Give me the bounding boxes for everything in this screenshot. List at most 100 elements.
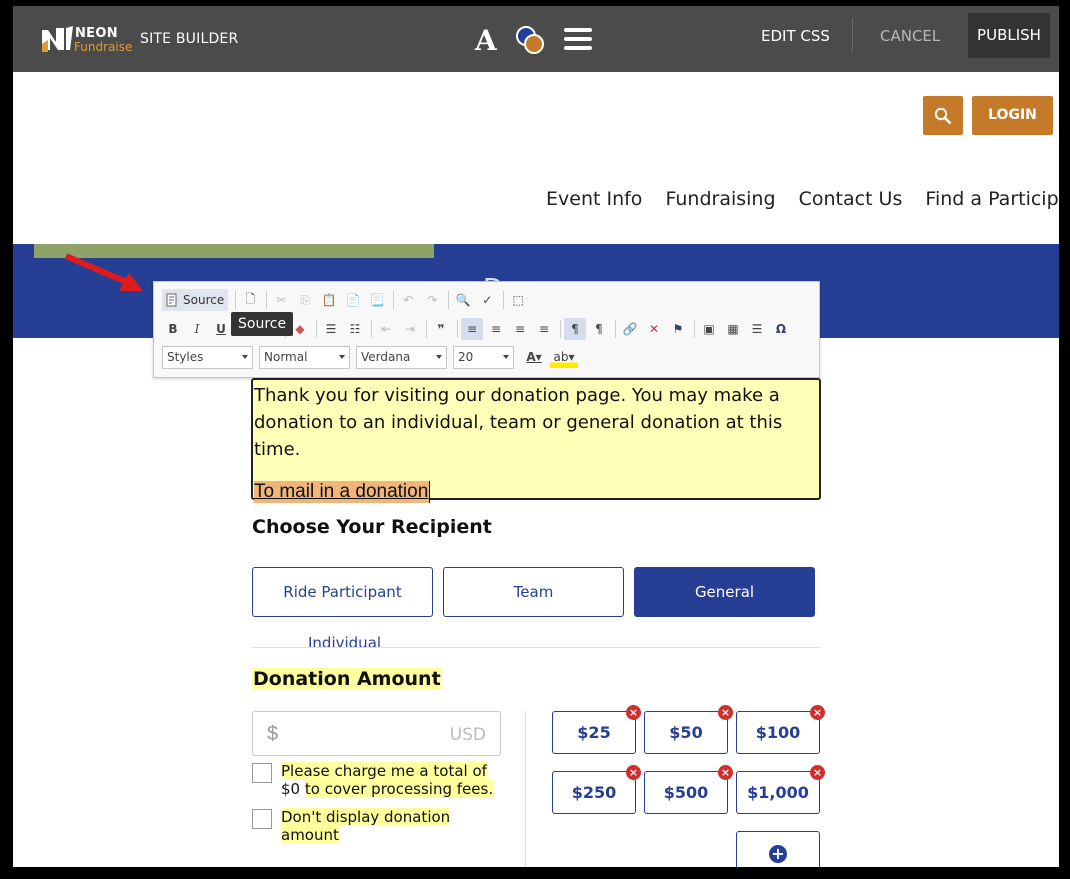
donation-amount-title: Donation Amount bbox=[252, 668, 442, 690]
align-left-icon[interactable]: ≡ bbox=[461, 318, 483, 340]
toolbar-separator bbox=[371, 320, 372, 338]
font-size-dropdown[interactable]: 20 bbox=[453, 345, 514, 369]
toolbar-separator bbox=[448, 291, 450, 309]
styles-dropdown[interactable]: Styles bbox=[162, 345, 253, 369]
toolbar-separator bbox=[503, 291, 505, 309]
amount-button-50[interactable]: $50 bbox=[644, 711, 728, 754]
brand-sub: Fundraise bbox=[74, 40, 133, 54]
toolbar-separator bbox=[266, 291, 268, 309]
amount-button-250[interactable]: $250 bbox=[552, 771, 636, 814]
source-button[interactable]: Source bbox=[162, 289, 229, 311]
team-button[interactable]: Team bbox=[443, 567, 624, 617]
currency-symbol: $ bbox=[267, 723, 279, 745]
find-icon[interactable]: 🔍 bbox=[452, 289, 474, 311]
toolbar-divider bbox=[852, 18, 853, 52]
delete-amount-icon[interactable]: × bbox=[718, 765, 733, 780]
anonymous-amount-checkbox[interactable] bbox=[252, 809, 272, 829]
styles-value: Styles bbox=[167, 350, 204, 364]
paste-icon[interactable]: 📋 bbox=[318, 289, 340, 311]
table-icon[interactable]: ▦ bbox=[722, 318, 744, 340]
align-center-icon[interactable]: ≡ bbox=[485, 318, 507, 340]
delete-amount-icon[interactable]: × bbox=[718, 705, 733, 720]
anchor-icon[interactable]: ⚑ bbox=[667, 318, 689, 340]
blockquote-icon[interactable]: ❞ bbox=[430, 318, 452, 340]
neon-logo-icon bbox=[42, 26, 73, 52]
unlink-icon[interactable]: ✕ bbox=[643, 318, 665, 340]
align-right-icon[interactable]: ≡ bbox=[509, 318, 531, 340]
amount-button-500[interactable]: $500 bbox=[644, 771, 728, 814]
choose-recipient-title: Choose Your Recipient bbox=[252, 516, 492, 538]
cut-icon[interactable]: ✂ bbox=[270, 289, 292, 311]
amount-button-1000[interactable]: $1,000 bbox=[736, 771, 820, 814]
editable-content-area[interactable]: Thank you for visiting our donation page… bbox=[251, 378, 821, 503]
copy-icon[interactable]: ⎘ bbox=[294, 289, 316, 311]
delete-amount-icon[interactable]: × bbox=[626, 705, 641, 720]
nav-item-event-info[interactable]: Event Info bbox=[546, 188, 642, 210]
delete-amount-icon[interactable]: × bbox=[626, 765, 641, 780]
horizontal-line-icon[interactable]: ☰ bbox=[746, 318, 768, 340]
delete-amount-icon[interactable]: × bbox=[810, 765, 825, 780]
nav-item-contact-us[interactable]: Contact Us bbox=[799, 188, 903, 210]
rtl-direction-icon[interactable]: ¶ bbox=[588, 318, 610, 340]
publish-button[interactable]: PUBLISH bbox=[968, 13, 1050, 58]
individual-label: Individual bbox=[308, 634, 382, 652]
align-justify-icon[interactable]: ≡ bbox=[533, 318, 555, 340]
processing-fee-label: Please charge me a total of $0 to cover … bbox=[281, 762, 496, 798]
italic-icon[interactable]: I bbox=[186, 318, 208, 340]
nav-item-find-participant[interactable]: Find a Participant bbox=[925, 188, 1059, 210]
format-dropdown[interactable]: Normal bbox=[259, 345, 350, 369]
outdent-icon[interactable]: ⇤ bbox=[375, 318, 397, 340]
new-page-icon[interactable]: 🗋 bbox=[239, 289, 261, 311]
bg-color-icon[interactable]: ab▾ bbox=[550, 346, 578, 368]
delete-amount-icon[interactable]: × bbox=[810, 705, 825, 720]
image-icon[interactable]: ▣ bbox=[698, 318, 720, 340]
nav-item-fundraising[interactable]: Fundraising bbox=[665, 188, 775, 210]
ltr-direction-icon[interactable]: ¶ bbox=[564, 318, 586, 340]
select-all-icon[interactable]: ⬚ bbox=[507, 289, 529, 311]
toolbar-separator bbox=[393, 291, 395, 309]
mail-donation-link[interactable]: To mail in a donation bbox=[254, 481, 431, 503]
font-dropdown[interactable]: Verdana bbox=[356, 345, 447, 369]
paste-word-icon[interactable]: 📃 bbox=[366, 289, 388, 311]
indent-icon[interactable]: ⇥ bbox=[399, 318, 421, 340]
bold-icon[interactable]: B bbox=[162, 318, 184, 340]
color-theme-icon[interactable] bbox=[515, 25, 545, 55]
donation-amount-input[interactable]: $ USD bbox=[252, 711, 501, 756]
hamburger-menu-icon[interactable] bbox=[564, 28, 592, 52]
amount-button-100[interactable]: $100 bbox=[736, 711, 820, 754]
currency-code: USD bbox=[449, 725, 486, 745]
text-color-icon[interactable]: A▾ bbox=[520, 346, 548, 368]
red-arrow-icon bbox=[64, 253, 143, 291]
toolbar-row-3: Styles Normal Verdana 20 A▾ ab▾ bbox=[162, 345, 580, 369]
plus-circle-icon: + bbox=[769, 845, 787, 863]
bulleted-list-icon[interactable]: ☷ bbox=[344, 318, 366, 340]
spellcheck-icon[interactable]: ✓ bbox=[476, 289, 498, 311]
redo-icon[interactable]: ↷ bbox=[421, 289, 443, 311]
edit-css-button[interactable]: EDIT CSS bbox=[761, 27, 830, 45]
numbered-list-icon[interactable]: ☰ bbox=[320, 318, 342, 340]
toolbar-row-1: Source 🗋 ✂ ⎘ 📋 📄 📃 ↶ ↷ 🔍 ✓ ⬚ bbox=[162, 289, 531, 311]
source-label: Source bbox=[183, 293, 225, 307]
paste-text-icon[interactable]: 📄 bbox=[342, 289, 364, 311]
underline-icon[interactable]: U bbox=[210, 318, 232, 340]
general-button[interactable]: General bbox=[634, 567, 815, 617]
ride-participant-button[interactable]: Ride Participant bbox=[252, 567, 433, 617]
anonymous-amount-label: Don't display donation amount bbox=[281, 808, 496, 844]
column-divider bbox=[525, 711, 526, 867]
processing-fee-checkbox[interactable] bbox=[252, 763, 272, 783]
browser-frame: NEON Fundraise SITE BUILDER A EDIT CSS C… bbox=[13, 6, 1059, 867]
undo-icon[interactable]: ↶ bbox=[397, 289, 419, 311]
section-divider bbox=[252, 647, 820, 648]
toolbar-separator bbox=[426, 320, 427, 338]
login-button[interactable]: LOGIN bbox=[972, 96, 1053, 135]
intro-text: Thank you for visiting our donation page… bbox=[254, 385, 783, 460]
link-icon[interactable]: 🔗 bbox=[619, 318, 641, 340]
toolbar-separator bbox=[694, 320, 695, 338]
special-char-icon[interactable]: Ω bbox=[770, 318, 792, 340]
font-style-icon[interactable]: A bbox=[475, 24, 497, 57]
cancel-button[interactable]: CANCEL bbox=[880, 27, 940, 45]
amount-button-25[interactable]: $25 bbox=[552, 711, 636, 754]
fee-text-b: $0 bbox=[281, 780, 301, 798]
search-button[interactable] bbox=[923, 96, 963, 135]
add-amount-button[interactable]: + bbox=[736, 831, 820, 867]
